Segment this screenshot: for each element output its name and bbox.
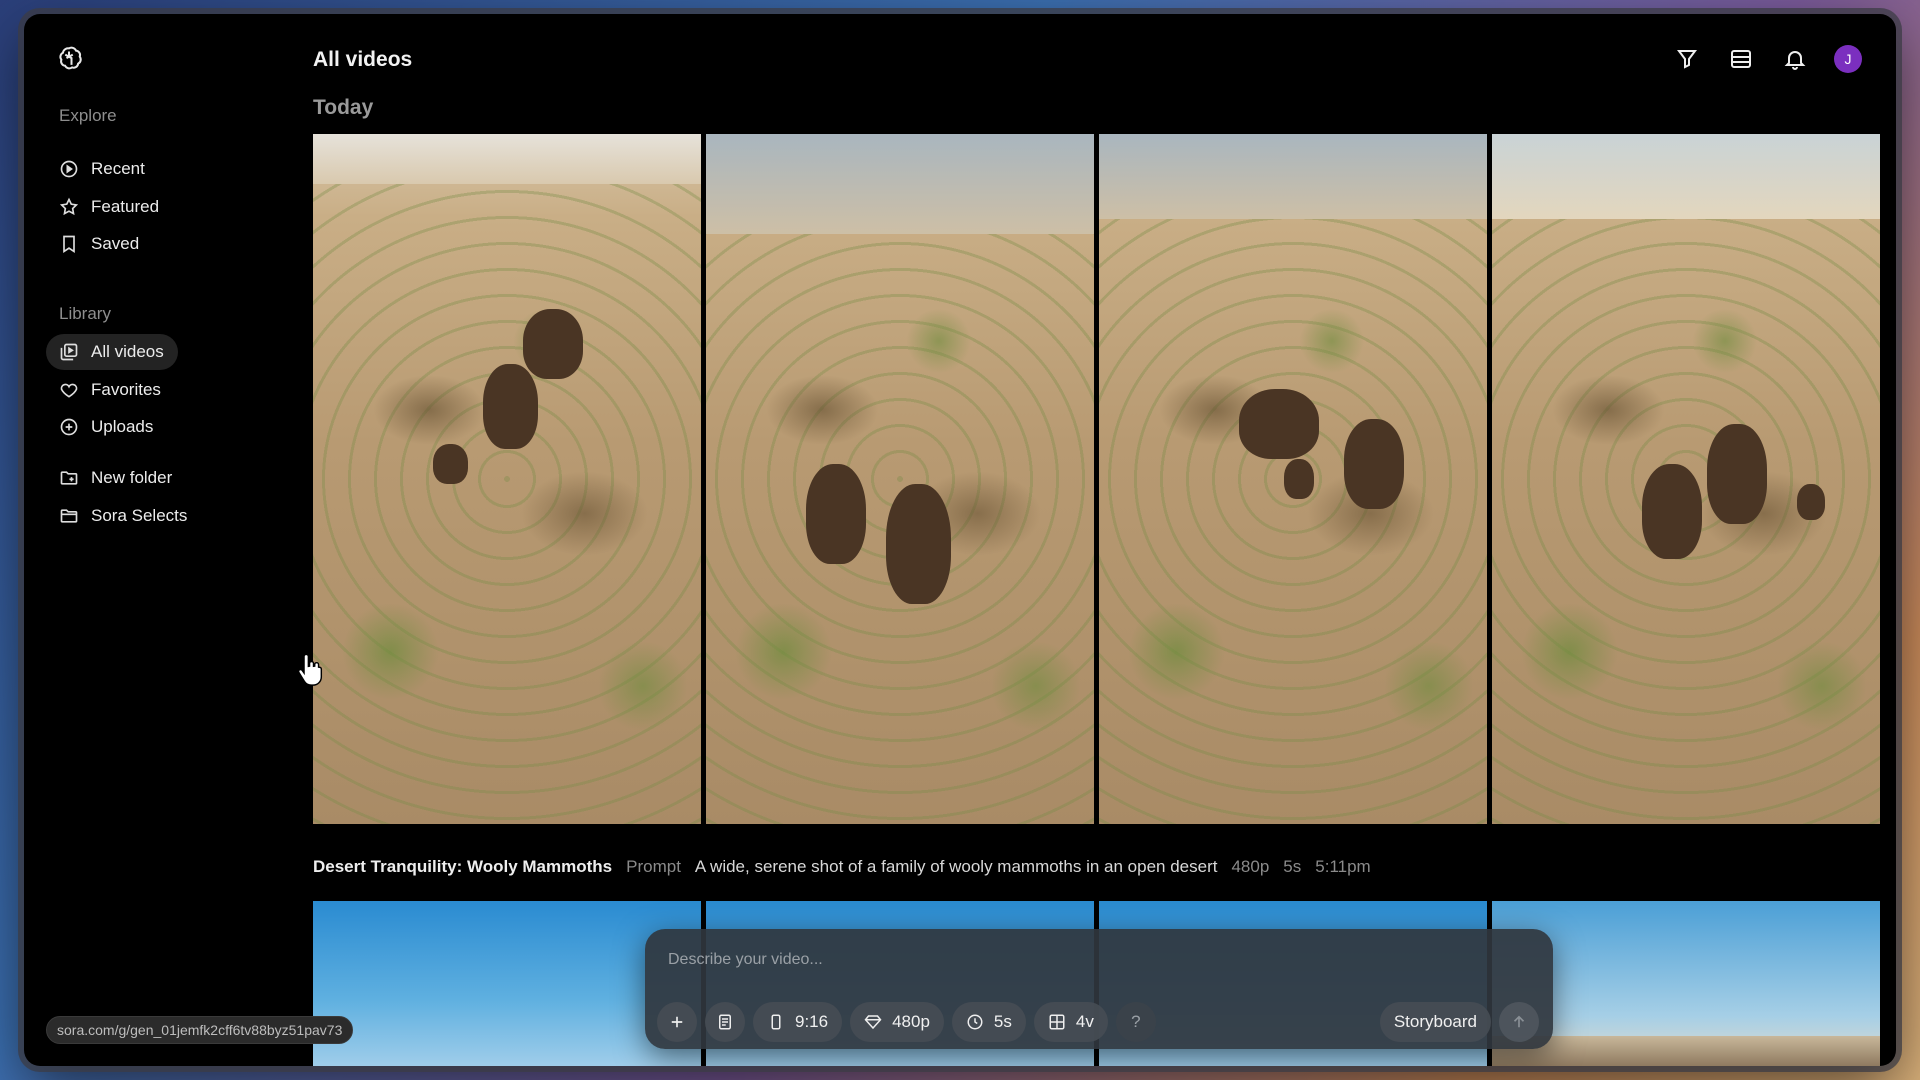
videos-icon [60, 343, 78, 361]
sidebar-item-all-videos[interactable]: All videos [46, 334, 178, 370]
phone-portrait-icon [771, 1014, 781, 1030]
sky-area [706, 134, 1094, 234]
composer-toolbar: 9:16 480p 5s 4v ? [657, 1002, 1156, 1042]
sidebar-item-sora-selects[interactable]: Sora Selects [46, 498, 201, 534]
sky-area [1492, 134, 1880, 219]
mammoth-figure [1284, 459, 1314, 499]
date-group-title: Today [313, 96, 374, 119]
resolution-button[interactable]: 480p [850, 1002, 944, 1042]
sidebar-item-label: Uploads [91, 417, 154, 436]
sidebar-item-label: New folder [91, 468, 173, 487]
video-thumbnail[interactable] [706, 134, 1094, 824]
aspect-ratio-value: 9:16 [795, 1012, 829, 1031]
folder-icon [60, 509, 78, 523]
plus-circle-icon [60, 418, 78, 436]
mammoth-figure [1642, 464, 1702, 559]
sidebar-item-recent[interactable]: Recent [46, 151, 159, 187]
list-view-icon [1731, 50, 1751, 68]
library-section-title: Library [59, 304, 111, 323]
variations-value: 4v [1075, 1012, 1094, 1031]
prompt-label: Prompt [626, 857, 681, 876]
sidebar-item-favorites[interactable]: Favorites [46, 372, 175, 408]
mammoth-figure [886, 484, 951, 604]
mammoth-figure [1239, 389, 1319, 459]
help-button[interactable]: ? [1115, 1002, 1156, 1042]
time-meta: 5:11pm [1315, 857, 1371, 876]
plus-icon [671, 1016, 683, 1028]
sidebar-item-label: Saved [91, 234, 140, 253]
sky-area [1099, 134, 1487, 219]
clock-icon [967, 1014, 983, 1030]
sidebar-item-label: Recent [91, 159, 145, 178]
bell-icon [1784, 51, 1806, 70]
add-media-button[interactable] [657, 1002, 697, 1042]
status-url-tooltip: sora.com/g/gen_01jemfk2cff6tv88byz51pav7… [46, 1016, 354, 1044]
sidebar-item-saved[interactable]: Saved [46, 226, 153, 262]
sidebar-item-label: Featured [91, 197, 160, 216]
explore-section-title: Explore [59, 106, 117, 125]
sidebar-item-label: All videos [91, 342, 164, 361]
variations-button[interactable]: 4v [1033, 1002, 1108, 1042]
notifications-button[interactable] [1780, 44, 1810, 74]
sky-area [313, 134, 701, 184]
sidebar-item-featured[interactable]: Featured [46, 189, 173, 225]
video-thumbnail[interactable] [1099, 134, 1487, 824]
view-toggle-button[interactable] [1726, 44, 1756, 74]
star-icon [59, 197, 79, 216]
mammoth-figure [1707, 424, 1767, 524]
video-row [313, 134, 1880, 824]
folder-plus-icon [60, 471, 78, 485]
play-circle-icon [60, 160, 78, 178]
resolution-meta: 480p [1231, 857, 1270, 876]
mammoth-figure [1797, 484, 1825, 520]
hand-cursor-icon [297, 653, 323, 686]
filter-button[interactable] [1672, 44, 1702, 74]
submit-button[interactable] [1499, 1002, 1539, 1042]
video-thumbnail[interactable] [1492, 134, 1880, 824]
sidebar: Explore Recent Featured Saved Library Al… [24, 14, 294, 1066]
sidebar-item-label: Sora Selects [91, 506, 188, 525]
page-title: All videos [313, 48, 413, 71]
sidebar-item-new-folder[interactable]: New folder [46, 460, 186, 496]
mammoth-figure [433, 444, 468, 484]
grid-icon [1049, 1014, 1065, 1030]
storyboard-button[interactable]: Storyboard [1379, 1002, 1491, 1042]
presets-button[interactable] [705, 1002, 745, 1042]
mammoth-figure [1344, 419, 1404, 509]
duration-button[interactable]: 5s [951, 1002, 1026, 1042]
mammoth-figure [806, 464, 866, 564]
document-icon [719, 1014, 731, 1030]
prompt-composer: 9:16 480p 5s 4v ? Storyboard [645, 929, 1553, 1049]
video-title[interactable]: Desert Tranquility: Wooly Mammoths [313, 857, 612, 877]
resolution-value: 480p [892, 1012, 930, 1031]
sidebar-item-label: Favorites [91, 380, 161, 399]
avatar[interactable]: J [1834, 45, 1862, 73]
sidebar-item-uploads[interactable]: Uploads [46, 409, 167, 445]
openai-logo-icon[interactable] [54, 44, 84, 74]
prompt-input[interactable] [668, 951, 1528, 969]
video-caption: Desert Tranquility: Wooly Mammoths Promp… [313, 857, 1371, 877]
heart-icon [60, 383, 78, 398]
video-thumbnail[interactable] [313, 134, 701, 824]
header-actions: J [1672, 44, 1862, 74]
mammoth-figure [523, 309, 583, 379]
prompt-text: A wide, serene shot of a family of wooly… [694, 857, 1218, 876]
arrow-up-icon [1513, 1015, 1525, 1028]
mammoth-figure [483, 364, 538, 449]
aspect-ratio-button[interactable]: 9:16 [753, 1002, 843, 1042]
filter-icon [1677, 50, 1697, 69]
duration-meta: 5s [1283, 857, 1302, 876]
bookmark-icon [63, 235, 75, 254]
video-thumbnail[interactable] [313, 901, 701, 1066]
diamond-icon [864, 1015, 882, 1030]
duration-value: 5s [993, 1012, 1012, 1031]
app-window: Explore Recent Featured Saved Library Al… [24, 14, 1896, 1066]
